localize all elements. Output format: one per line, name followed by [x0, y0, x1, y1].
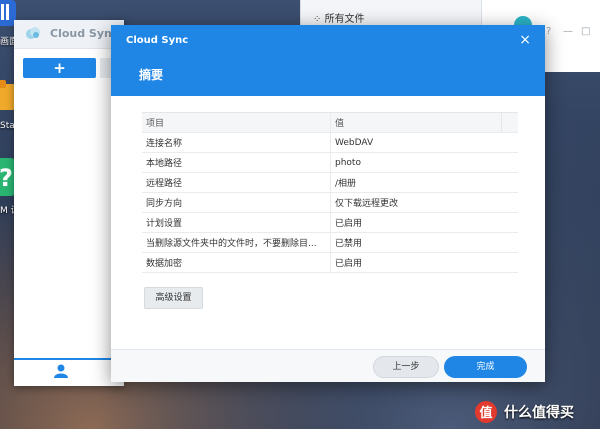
done-button[interactable]: 完成	[444, 356, 527, 378]
sidebar-item-label: 所有文件	[324, 14, 365, 25]
help-button[interactable]: ?	[546, 26, 551, 37]
sidebar-footer	[14, 358, 124, 386]
row-key: 同步方向	[142, 192, 331, 213]
row-key: 数据加密	[142, 252, 331, 273]
table-header-row: 项目 值	[142, 112, 518, 133]
window-title: Cloud Sync	[50, 27, 119, 40]
minimize-button[interactable]: —	[563, 26, 573, 37]
window-titlebar[interactable]: Cloud Sync	[14, 20, 124, 49]
row-value: 仅下载远程更改	[330, 192, 518, 213]
row-key: 本地路径	[142, 152, 331, 173]
column-header-value[interactable]: 值	[330, 112, 502, 133]
summary-table: 项目 值 连接名称 WebDAV 本地路径 photo 远程路径 /相册 同步方…	[142, 112, 518, 273]
user-icon[interactable]	[54, 364, 68, 378]
page-title: 摘要	[139, 68, 164, 82]
row-value: 已启用	[330, 252, 518, 273]
row-value: /相册	[330, 172, 518, 193]
watermark-logo-icon: 值	[475, 401, 497, 423]
table-row: 远程路径 /相册	[142, 172, 518, 193]
cloud-sync-logo-icon	[26, 27, 40, 39]
cloud-sync-window[interactable]: Cloud Sync +	[14, 20, 124, 386]
add-button[interactable]: +	[23, 58, 96, 78]
svg-text:?: ?	[0, 164, 13, 192]
column-header-key[interactable]: 项目	[142, 112, 331, 133]
maximize-button[interactable]: □	[581, 26, 590, 37]
row-key: 计划设置	[142, 212, 331, 233]
sidebar-item-all-files[interactable]: ⁘ 所有文件	[313, 10, 365, 25]
table-row: 计划设置 已启用	[142, 212, 518, 233]
table-row: 数据加密 已启用	[142, 252, 518, 273]
advanced-settings-button[interactable]: 高级设置	[144, 287, 203, 309]
table-row: 当删除源文件夹中的文件时，不要删除目... 已禁用	[142, 232, 518, 253]
dialog-footer: 上一步 完成	[111, 349, 545, 382]
row-key: 远程路径	[142, 172, 331, 193]
table-row: 同步方向 仅下载远程更改	[142, 192, 518, 213]
watermark-text: 什么值得买	[504, 405, 574, 421]
dialog-title: Cloud Sync	[126, 35, 189, 46]
row-value: 已禁用	[330, 232, 518, 253]
dialog-header: Cloud Sync × 摘要	[111, 25, 545, 96]
row-key: 连接名称	[142, 132, 331, 153]
table-row: 本地路径 photo	[142, 152, 518, 173]
column-header-extra	[501, 112, 518, 133]
row-value: WebDAV	[330, 132, 518, 153]
watermark-logo-char: 值	[479, 405, 492, 421]
row-value: photo	[330, 152, 518, 173]
table-row: 连接名称 WebDAV	[142, 132, 518, 153]
summary-dialog[interactable]: Cloud Sync × 摘要 项目 值 连接名称 WebDAV 本地路径 ph…	[111, 25, 545, 382]
previous-button[interactable]: 上一步	[373, 356, 439, 378]
row-key: 当删除源文件夹中的文件时，不要删除目...	[142, 232, 331, 253]
grid-icon: ⁘	[313, 14, 325, 25]
row-value: 已启用	[330, 212, 518, 233]
close-icon[interactable]: ×	[519, 32, 531, 48]
